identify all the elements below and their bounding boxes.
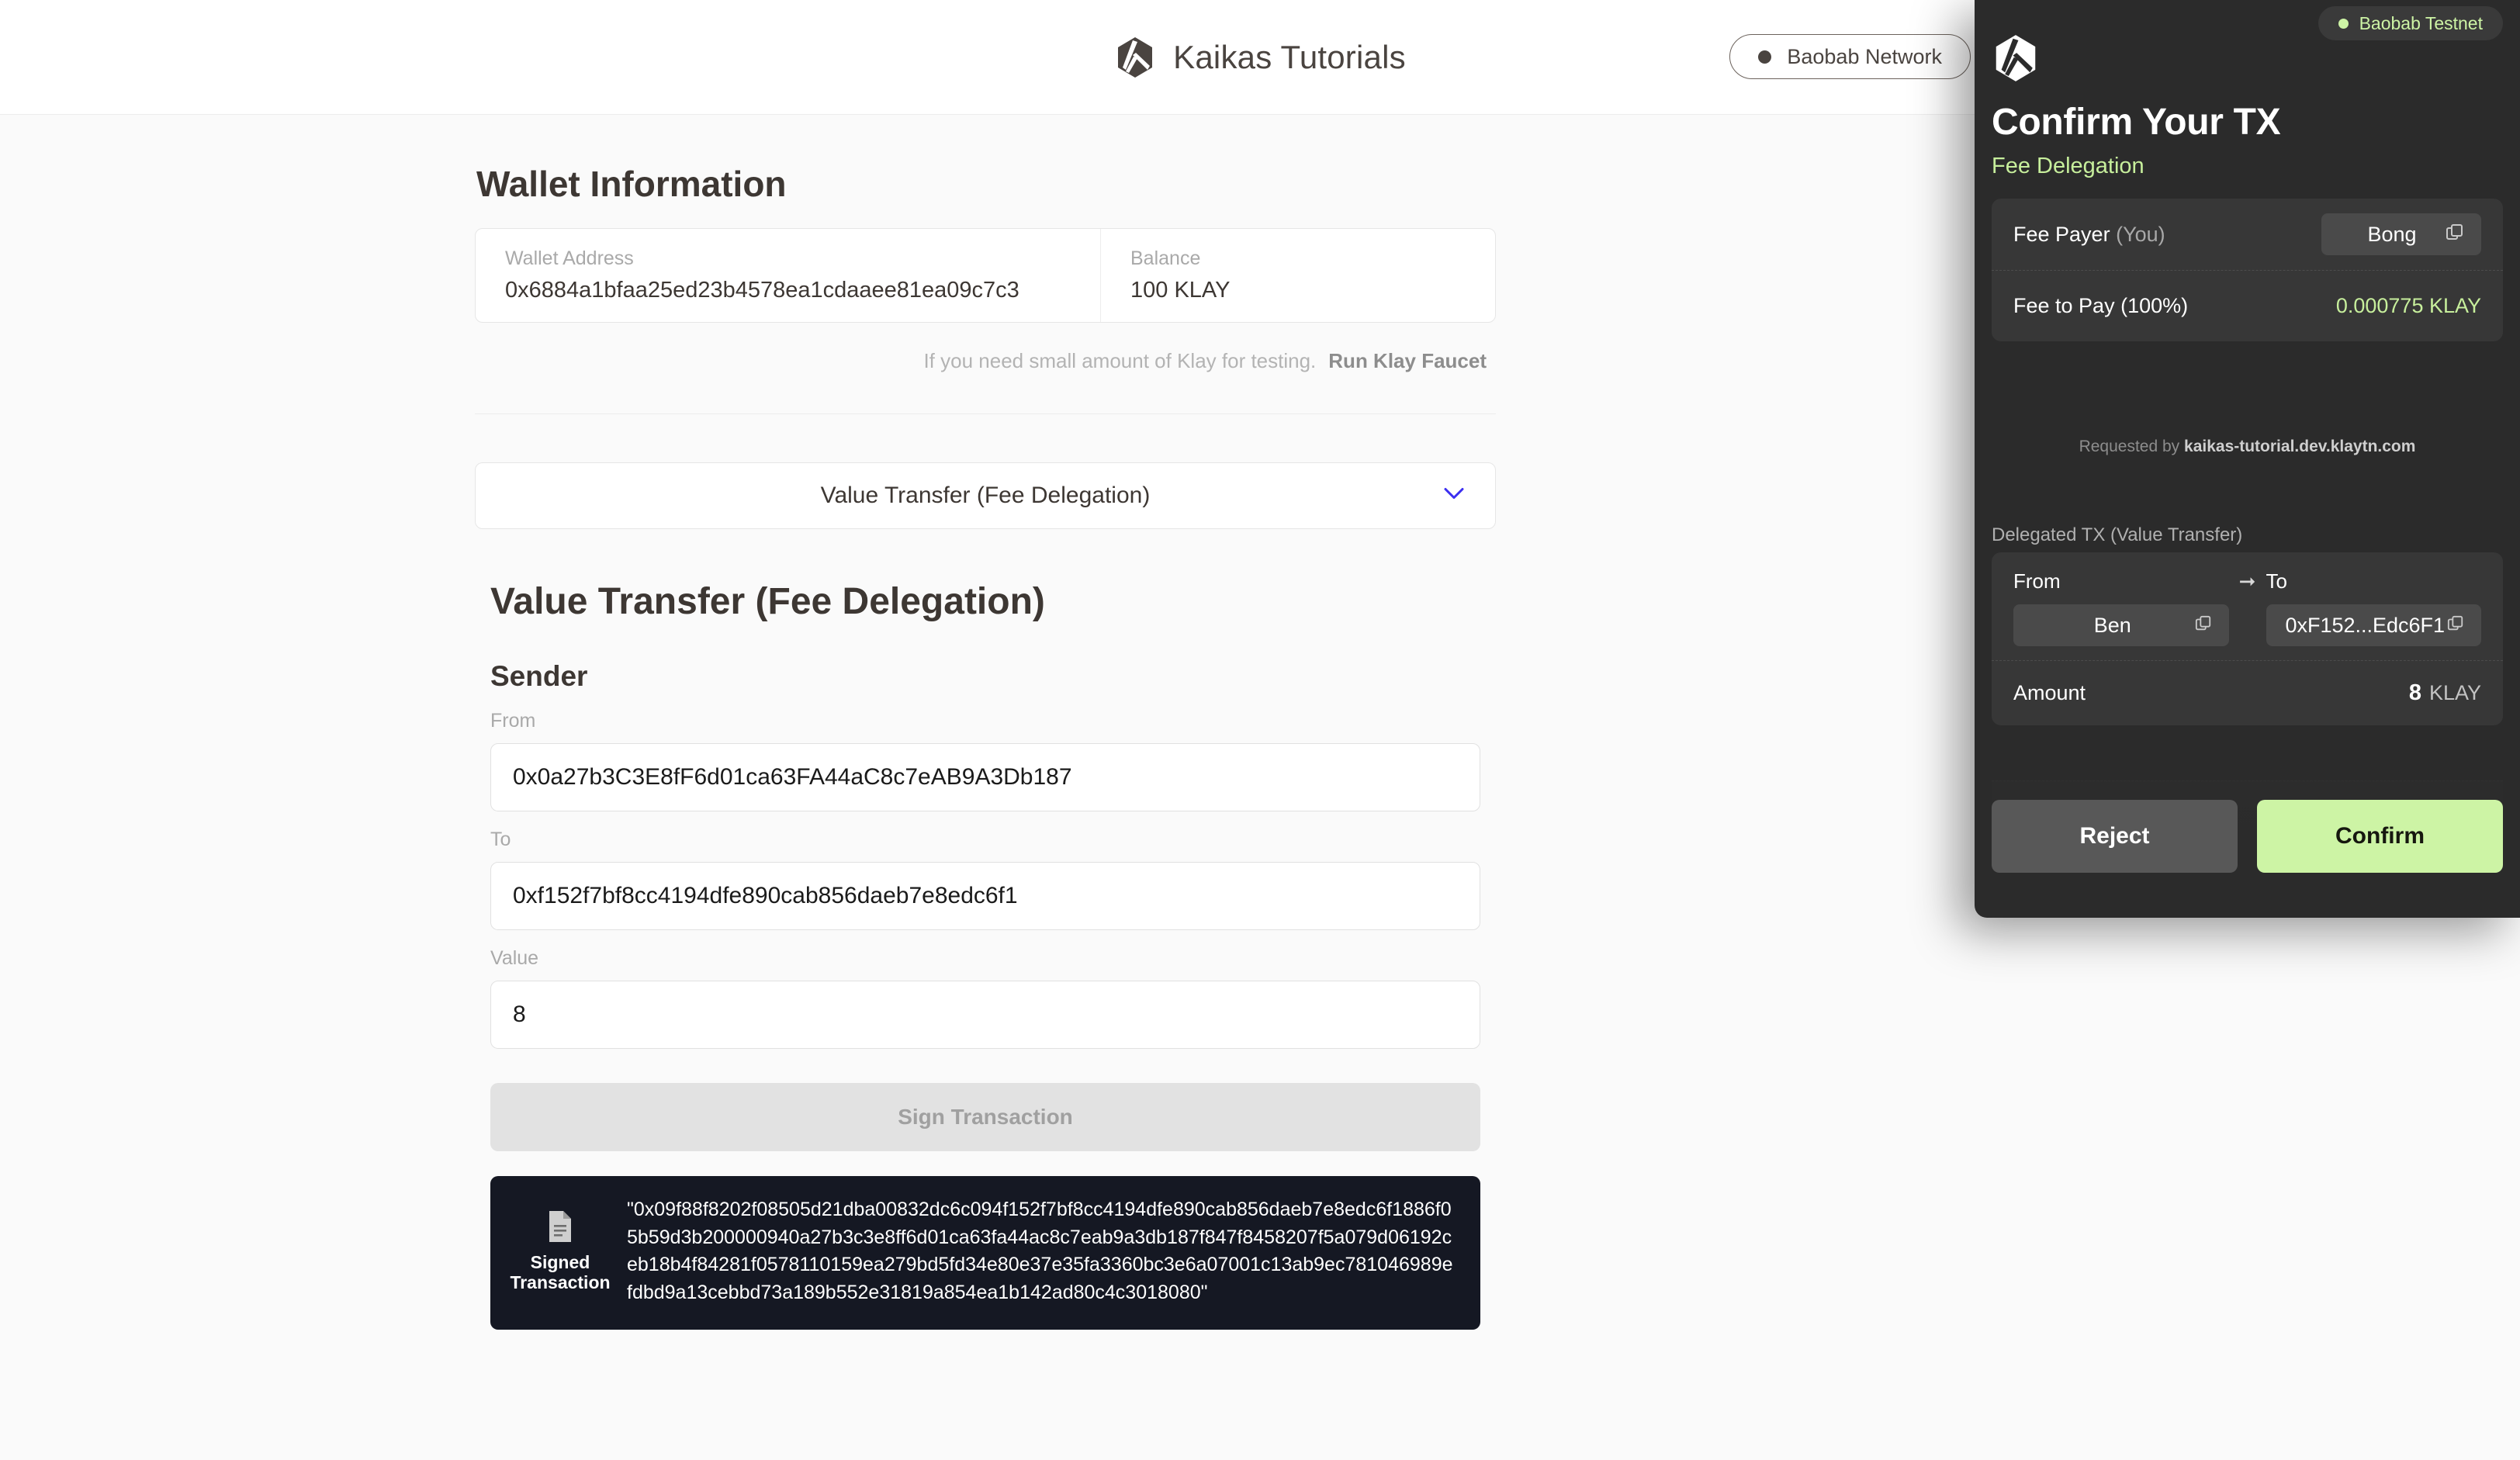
tx-type-select[interactable]: Value Transfer (Fee Delegation) [475,462,1496,529]
kaikas-confirm-popup: Baobab Testnet Confirm Your TX Fee Deleg… [1975,0,2520,918]
faucet-note: If you need small amount of Klay for tes… [923,349,1317,372]
to-column: To 0xF152...Edc6F1 [2266,569,2481,646]
page-content: Wallet Information Wallet Address 0x6884… [0,115,1971,1330]
form-title: Value Transfer (Fee Delegation) [490,581,1045,622]
wallet-info-card: Wallet Address 0x6884a1bfaa25ed23b4578ea… [475,228,1496,323]
network-pill[interactable]: Baobab Network [1729,34,1971,79]
from-value: Ben [2093,613,2131,637]
from-label: From [2013,569,2061,593]
wallet-balance-cell: Balance 100 KLAY [1101,229,1495,322]
from-to-row: From Ben ➞ To 0xF152...Edc6F1 [1992,552,2503,660]
tx-type-select-value: Value Transfer (Fee Delegation) [820,483,1151,508]
chevron-down-icon [1444,488,1464,504]
value-label: Value [490,947,539,969]
requested-by: Requested by kaikas-tutorial.dev.klaytn.… [1975,438,2520,456]
fee-payer-card: Fee Payer (You) Bong Fee to Pay (100%) 0… [1992,199,2503,341]
fee-payer-name: Bong [2367,222,2417,246]
amount-label: Amount [2013,681,2086,704]
fee-to-pay-label: Fee to Pay (100%) [2013,294,2189,317]
to-input[interactable] [490,862,1480,930]
from-field-group: From [475,710,1496,811]
fee-to-pay-value: 0.000775 KLAY [2335,294,2481,317]
requested-by-domain: kaikas-tutorial.dev.klaytn.com [2184,438,2416,455]
fee-to-pay-row: Fee to Pay (100%) 0.000775 KLAY [1992,270,2503,341]
to-field-group: To [475,829,1496,930]
wallet-address-label: Wallet Address [505,247,634,269]
document-icon [549,1211,571,1243]
kaikas-logo-icon [1996,35,2036,81]
section-divider [475,413,1496,414]
arrow-right-icon: ➞ [2238,569,2256,593]
sign-transaction-button[interactable]: Sign Transaction [490,1083,1480,1151]
delegated-tx-card: From Ben ➞ To 0xF152...Edc6F1 Amount 8 K… [1992,552,2503,725]
network-pill-label: Baobab Network [1787,44,1942,68]
status-dot-icon [2338,18,2349,29]
status-dot-icon [1758,50,1772,64]
wallet-balance-value: 100 KLAY [1130,278,1231,303]
to-value: 0xF152...Edc6F1 [2285,613,2446,637]
screen: Kaikas Tutorials Baobab Network Wallet I… [0,0,2520,1460]
signed-transaction-badge: Signed Transaction [510,1209,611,1293]
popup-title: Confirm Your TX [1992,102,2281,143]
fee-payer-label-you: (You) [2116,222,2165,246]
popup-subtitle: Fee Delegation [1992,154,2144,178]
copy-icon[interactable] [2447,615,2464,636]
signed-transaction-hex: "0x09f88f8202f08505d21dba00832dc6c094f15… [627,1199,1453,1303]
fee-payer-chip[interactable]: Bong [2321,213,2481,255]
wallet-balance-label: Balance [1130,247,1201,269]
fee-payer-row: Fee Payer (You) Bong [1992,199,2503,270]
page-title: Wallet Information [476,164,787,204]
confirm-button[interactable]: Confirm [2257,800,2503,873]
to-label: To [2266,569,2287,593]
signed-transaction-output: Signed Transaction "0x09f88f8202f08505d2… [490,1176,1480,1330]
popup-network-label: Baobab Testnet [2359,12,2483,33]
from-column: From Ben [2013,569,2229,646]
popup-network-badge[interactable]: Baobab Testnet [2318,6,2503,40]
delegated-tx-caption: Delegated TX (Value Transfer) [1992,524,2243,545]
wallet-address-cell: Wallet Address 0x6884a1bfaa25ed23b4578ea… [476,229,1101,322]
brand-name: Kaikas Tutorials [1173,38,1406,75]
to-label: To [490,829,511,850]
fee-payer-label: Fee Payer (You) [2013,223,2165,247]
from-input[interactable] [490,743,1480,811]
brand[interactable]: Kaikas Tutorials [1114,36,1406,78]
to-chip[interactable]: 0xF152...Edc6F1 [2266,604,2481,646]
signed-transaction-label: Signed Transaction [510,1252,611,1292]
value-field-group: Value [475,947,1496,1049]
reject-button[interactable]: Reject [1992,800,2238,873]
from-chip[interactable]: Ben [2013,604,2229,646]
fee-payer-label-text: Fee Payer [2013,222,2110,246]
amount-value: 8 [2408,680,2421,705]
amount-row: Amount 8 KLAY [1992,660,2503,725]
popup-actions: Reject Confirm [1992,800,2503,873]
from-label: From [490,710,536,732]
amount-unit: KLAY [2428,681,2481,704]
wallet-address-value: 0x6884a1bfaa25ed23b4578ea1cdaaee81ea09c7… [505,278,1019,303]
copy-icon[interactable] [2195,615,2212,636]
requested-by-prefix: Requested by [2079,438,2185,455]
kaikas-logo-icon [1118,36,1153,78]
faucet-row: If you need small amount of Klay for tes… [475,349,1496,373]
copy-icon[interactable] [2446,223,2464,246]
run-klay-faucet-link[interactable]: Run Klay Faucet [1328,349,1487,373]
value-input[interactable] [490,981,1480,1049]
sender-heading: Sender [490,660,588,692]
